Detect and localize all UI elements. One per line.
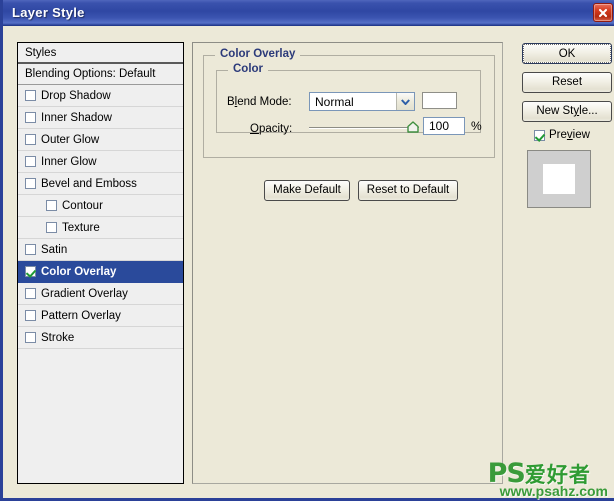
preview-label: Preview: [549, 129, 590, 141]
list-item-label: Outer Glow: [41, 133, 100, 146]
styles-list[interactable]: Styles Blending Options: Default Drop Sh…: [17, 42, 184, 484]
new-style-button[interactable]: New Style...: [522, 101, 612, 122]
checkbox-bevel-and-emboss[interactable]: [25, 178, 36, 189]
color-overlay-group: Color Overlay Color Blend Mode: Normal O…: [203, 48, 495, 201]
color-group: Color Blend Mode: Normal Opacity: 100 %: [216, 63, 482, 135]
list-item-inner-glow[interactable]: Inner Glow: [18, 151, 183, 173]
list-item-label: Gradient Overlay: [41, 287, 128, 300]
layer-style-dialog: Layer Style Styles Blending Options: Def…: [0, 0, 614, 501]
list-item-texture[interactable]: Texture: [18, 217, 183, 239]
close-x-icon: [598, 8, 608, 18]
checkbox-stroke[interactable]: [25, 332, 36, 343]
make-default-button[interactable]: Make Default: [264, 180, 350, 201]
opacity-label: Opacity:: [250, 123, 293, 135]
preview-thumbnail-shape: [543, 164, 575, 194]
list-item-drop-shadow[interactable]: Drop Shadow: [18, 85, 183, 107]
checkbox-inner-shadow[interactable]: [25, 112, 36, 123]
chevron-down-icon[interactable]: [396, 93, 414, 110]
list-item-outer-glow[interactable]: Outer Glow: [18, 129, 183, 151]
ok-button-label: OK: [523, 44, 611, 63]
styles-list-header: Styles: [18, 43, 183, 64]
color-group-title: Color: [228, 63, 269, 75]
list-item-color-overlay[interactable]: Color Overlay: [18, 261, 183, 283]
window-title: Layer Style: [12, 5, 85, 20]
list-item-label: Texture: [62, 221, 100, 234]
blending-options-row[interactable]: Blending Options: Default: [18, 64, 183, 85]
list-item-label: Inner Shadow: [41, 111, 112, 124]
blend-mode-label: Blend Mode:: [227, 96, 292, 108]
checkbox-preview[interactable]: [534, 129, 545, 141]
checkbox-satin[interactable]: [25, 244, 36, 255]
reset-to-default-button[interactable]: Reset to Default: [358, 180, 458, 201]
list-item-label: Contour: [62, 199, 103, 212]
list-item-stroke[interactable]: Stroke: [18, 327, 183, 349]
checkbox-color-overlay[interactable]: [25, 266, 36, 277]
list-item-label: Bevel and Emboss: [41, 177, 137, 190]
checkbox-texture[interactable]: [46, 222, 57, 233]
checkbox-pattern-overlay[interactable]: [25, 310, 36, 321]
title-bar[interactable]: Layer Style: [3, 0, 614, 26]
preview-checkbox[interactable]: Preview: [534, 129, 590, 141]
slider-track: [309, 127, 419, 128]
list-item-label: Color Overlay: [41, 265, 117, 278]
list-item-inner-shadow[interactable]: Inner Shadow: [18, 107, 183, 129]
list-item-label: Satin: [41, 243, 68, 256]
ok-button[interactable]: OK: [522, 43, 612, 64]
checkbox-gradient-overlay[interactable]: [25, 288, 36, 299]
color-overlay-group-title: Color Overlay: [215, 48, 301, 60]
list-item-bevel-and-emboss[interactable]: Bevel and Emboss: [18, 173, 183, 195]
list-item-label: Drop Shadow: [41, 89, 111, 102]
checkbox-outer-glow[interactable]: [25, 134, 36, 145]
opacity-slider[interactable]: [309, 120, 419, 134]
checkbox-contour[interactable]: [46, 200, 57, 211]
slider-thumb[interactable]: [407, 121, 419, 133]
blend-mode-select[interactable]: Normal: [309, 92, 415, 111]
list-item-contour[interactable]: Contour: [18, 195, 183, 217]
list-item-pattern-overlay[interactable]: Pattern Overlay: [18, 305, 183, 327]
options-panel: Color Overlay Color Blend Mode: Normal O…: [192, 42, 503, 484]
list-item-satin[interactable]: Satin: [18, 239, 183, 261]
list-item-label: Inner Glow: [41, 155, 97, 168]
checkbox-inner-glow[interactable]: [25, 156, 36, 167]
opacity-input[interactable]: 100: [423, 117, 465, 135]
close-button[interactable]: [593, 3, 613, 22]
overlay-color-swatch[interactable]: [422, 92, 457, 109]
reset-button[interactable]: Reset: [522, 72, 612, 93]
list-item-label: Stroke: [41, 331, 75, 344]
checkbox-drop-shadow[interactable]: [25, 90, 36, 101]
blend-mode-value: Normal: [315, 94, 354, 109]
preview-thumbnail: [527, 150, 591, 208]
opacity-unit: %: [471, 119, 482, 133]
list-item-label: Pattern Overlay: [41, 309, 121, 322]
dialog-body: Styles Blending Options: Default Drop Sh…: [6, 26, 614, 498]
list-item-gradient-overlay[interactable]: Gradient Overlay: [18, 283, 183, 305]
